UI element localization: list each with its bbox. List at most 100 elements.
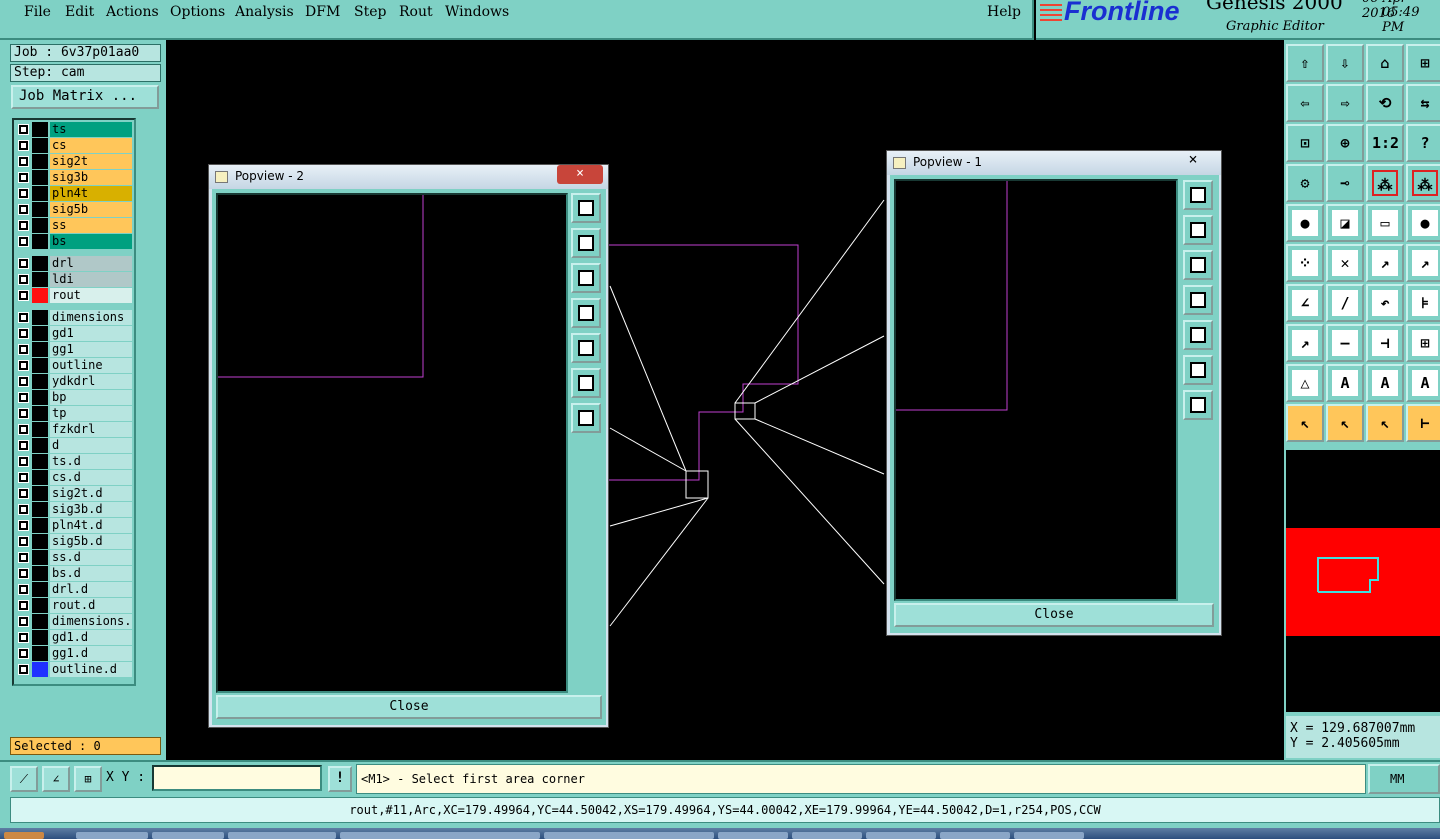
layer-checkbox[interactable]: [18, 520, 29, 531]
layer-row[interactable]: sig2t: [16, 154, 133, 169]
menu-help[interactable]: Help: [987, 4, 1021, 20]
tool-button[interactable]: ⁂: [1406, 164, 1440, 202]
layer-checkbox[interactable]: [18, 504, 29, 515]
tool-button[interactable]: ⇆: [1406, 84, 1440, 122]
layer-name[interactable]: cs: [50, 138, 132, 153]
layer-row[interactable]: bp: [16, 390, 133, 405]
tool-button[interactable]: ↶: [1366, 284, 1404, 322]
zoom-out-icon[interactable]: [571, 403, 601, 433]
layer-name[interactable]: bs: [50, 234, 132, 249]
layer-checkbox[interactable]: [18, 236, 29, 247]
layer-checkbox[interactable]: [18, 664, 29, 675]
menu-analysis[interactable]: Analysis: [235, 4, 294, 20]
layer-checkbox[interactable]: [18, 584, 29, 595]
layer-name[interactable]: bp: [50, 390, 132, 405]
layer-row[interactable]: bs: [16, 234, 133, 249]
pan-up-icon[interactable]: [571, 228, 601, 258]
tool-button[interactable]: ⌂: [1366, 44, 1404, 82]
layer-checkbox[interactable]: [18, 172, 29, 183]
tool-button[interactable]: ⇧: [1286, 44, 1324, 82]
taskbar-item[interactable]: [792, 832, 862, 839]
layer-color-swatch[interactable]: [32, 310, 48, 325]
layer-row[interactable]: ss: [16, 218, 133, 233]
taskbar-item[interactable]: [228, 832, 336, 839]
layer-row[interactable]: pln4t: [16, 186, 133, 201]
layer-name[interactable]: ss: [50, 218, 132, 233]
layer-checkbox[interactable]: [18, 220, 29, 231]
layer-name[interactable]: rout: [50, 288, 132, 303]
pan-down-icon[interactable]: [1183, 250, 1213, 280]
layer-row[interactable]: gd1.d: [16, 630, 133, 645]
tool-button[interactable]: ⊞: [1406, 324, 1440, 362]
layer-name[interactable]: ts: [50, 122, 132, 137]
layer-name[interactable]: gd1: [50, 326, 132, 341]
zoom-in-icon[interactable]: [571, 368, 601, 398]
tool-button[interactable]: ⚙: [1286, 164, 1324, 202]
layer-checkbox[interactable]: [18, 328, 29, 339]
layer-name[interactable]: tp: [50, 406, 132, 421]
pan-left-icon[interactable]: [1183, 285, 1213, 315]
popview-2-titlebar[interactable]: Popview - 2: [209, 165, 608, 189]
layer-checkbox[interactable]: [18, 156, 29, 167]
layer-name[interactable]: outline.d: [50, 662, 132, 677]
layer-color-swatch[interactable]: [32, 614, 48, 629]
menu-edit[interactable]: Edit: [65, 4, 94, 20]
tool-button[interactable]: ⇩: [1326, 44, 1364, 82]
layer-row[interactable]: cs: [16, 138, 133, 153]
layer-color-swatch[interactable]: [32, 502, 48, 517]
pan-up-icon[interactable]: [1183, 215, 1213, 245]
job-matrix-button[interactable]: Job Matrix ...: [11, 85, 159, 109]
tool-button[interactable]: ⁘: [1286, 244, 1324, 282]
layer-color-swatch[interactable]: [32, 470, 48, 485]
zoom-fit-icon[interactable]: [571, 193, 601, 223]
grid-snap-icon[interactable]: ⊞: [74, 766, 102, 792]
layer-color-swatch[interactable]: [32, 186, 48, 201]
layer-color-swatch[interactable]: [32, 342, 48, 357]
tool-button[interactable]: ⊕: [1326, 124, 1364, 162]
layer-color-swatch[interactable]: [32, 518, 48, 533]
layer-name[interactable]: bs.d: [50, 566, 132, 581]
layer-color-swatch[interactable]: [32, 218, 48, 233]
layer-color-swatch[interactable]: [32, 326, 48, 341]
taskbar-item[interactable]: [718, 832, 788, 839]
layer-color-swatch[interactable]: [32, 374, 48, 389]
layer-row[interactable]: gd1: [16, 326, 133, 341]
layer-row[interactable]: tp: [16, 406, 133, 421]
layer-checkbox[interactable]: [18, 290, 29, 301]
layer-checkbox[interactable]: [18, 552, 29, 563]
layer-checkbox[interactable]: [18, 204, 29, 215]
layer-color-swatch[interactable]: [32, 154, 48, 169]
tool-button[interactable]: ↗: [1286, 324, 1324, 362]
layer-row[interactable]: fzkdrl: [16, 422, 133, 437]
overview-map[interactable]: [1286, 450, 1440, 712]
zoom-out-icon[interactable]: [1183, 390, 1213, 420]
tool-button[interactable]: 1:2: [1366, 124, 1404, 162]
popview-1-close-x-button[interactable]: ×: [1170, 151, 1216, 170]
layer-name[interactable]: sig5b: [50, 202, 132, 217]
tool-button[interactable]: ⟲: [1366, 84, 1404, 122]
menu-dfm[interactable]: DFM: [305, 4, 340, 20]
layer-row[interactable]: ts.d: [16, 454, 133, 469]
taskbar-item[interactable]: [940, 832, 1010, 839]
layer-row[interactable]: d: [16, 438, 133, 453]
layer-checkbox[interactable]: [18, 440, 29, 451]
layer-color-swatch[interactable]: [32, 358, 48, 373]
layer-row[interactable]: gg1: [16, 342, 133, 357]
layer-name[interactable]: sig2t: [50, 154, 132, 169]
tool-button[interactable]: ⇨: [1326, 84, 1364, 122]
layer-row[interactable]: pln4t.d: [16, 518, 133, 533]
layer-color-swatch[interactable]: [32, 582, 48, 597]
layer-color-swatch[interactable]: [32, 646, 48, 661]
layer-name[interactable]: sig3b: [50, 170, 132, 185]
layer-name[interactable]: dimensions: [50, 310, 132, 325]
layer-row[interactable]: dimensions.d: [16, 614, 133, 629]
layer-name[interactable]: gg1: [50, 342, 132, 357]
tool-button[interactable]: ↖: [1366, 404, 1404, 442]
layer-name[interactable]: pln4t.d: [50, 518, 132, 533]
menu-options[interactable]: Options: [170, 4, 225, 20]
layer-color-swatch[interactable]: [32, 486, 48, 501]
layer-checkbox[interactable]: [18, 632, 29, 643]
tool-button[interactable]: △: [1286, 364, 1324, 402]
tool-button[interactable]: —: [1326, 324, 1364, 362]
tool-button[interactable]: ↖: [1326, 404, 1364, 442]
